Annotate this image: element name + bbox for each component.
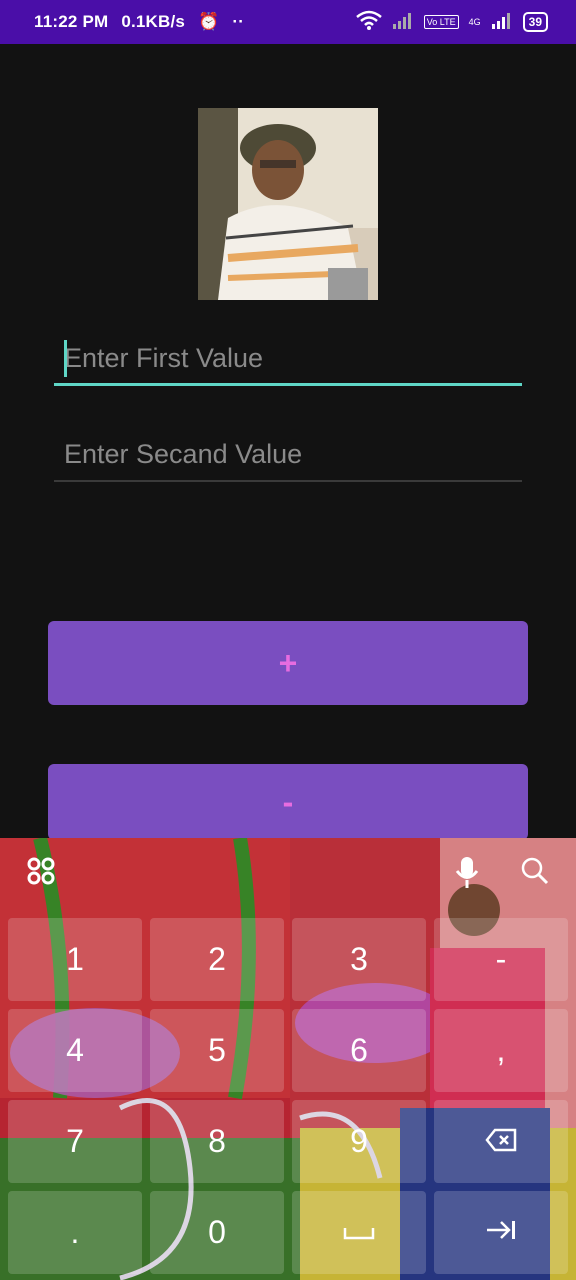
- more-icon: ··: [232, 12, 245, 31]
- subtract-button-label: -: [282, 783, 294, 820]
- alarm-icon: ⏰: [198, 12, 220, 31]
- wifi-icon: [355, 10, 382, 33]
- profile-photo: [198, 108, 378, 300]
- backspace-key[interactable]: [434, 1100, 568, 1183]
- mic-icon[interactable]: [454, 856, 480, 898]
- key-6[interactable]: 6: [292, 1009, 426, 1092]
- volte-icon: Vo LTE: [423, 14, 459, 29]
- key-5[interactable]: 5: [150, 1009, 284, 1092]
- add-button-label: +: [278, 644, 298, 681]
- key-4[interactable]: 4: [8, 1009, 142, 1092]
- keyboard-toolbar: [0, 838, 576, 910]
- keypad: 1 2 3 - 4 5 6 , 7 8 9 . 0: [8, 918, 568, 1274]
- key-comma[interactable]: ,: [434, 1009, 568, 1092]
- tab-next-icon: [485, 1216, 517, 1250]
- key-period[interactable]: .: [8, 1191, 142, 1274]
- text-cursor: [64, 340, 67, 377]
- second-value-underline: [54, 480, 522, 482]
- key-3[interactable]: 3: [292, 918, 426, 1001]
- signal-icon-2: [491, 11, 513, 32]
- apps-icon[interactable]: [26, 856, 56, 894]
- space-key[interactable]: [292, 1191, 426, 1274]
- first-value-input[interactable]: [54, 336, 522, 380]
- battery-icon: 39: [522, 11, 548, 32]
- key-8[interactable]: 8: [150, 1100, 284, 1183]
- second-value-field[interactable]: [54, 432, 522, 482]
- key-0[interactable]: 0: [150, 1191, 284, 1274]
- space-icon: [343, 1216, 375, 1250]
- status-time: 11:22 PM: [34, 12, 109, 31]
- first-value-underline: [54, 383, 522, 386]
- signal-icon: [392, 11, 414, 32]
- keyboard: 1 2 3 - 4 5 6 , 7 8 9 . 0: [0, 838, 576, 1280]
- next-key[interactable]: [434, 1191, 568, 1274]
- key-minus[interactable]: -: [434, 918, 568, 1001]
- network-type: 4G: [468, 16, 481, 27]
- key-9[interactable]: 9: [292, 1100, 426, 1183]
- second-value-input[interactable]: [54, 432, 522, 476]
- search-icon[interactable]: [520, 856, 550, 894]
- status-bar: 11:22 PM 0.1KB/s ⏰ ·· Vo LTE 4G 39: [0, 0, 576, 44]
- first-value-field[interactable]: [54, 336, 522, 386]
- key-7[interactable]: 7: [8, 1100, 142, 1183]
- status-speed: 0.1KB/s: [121, 12, 186, 31]
- backspace-icon: [485, 1123, 517, 1160]
- subtract-button[interactable]: -: [48, 764, 528, 840]
- add-button[interactable]: +: [48, 621, 528, 705]
- key-1[interactable]: 1: [8, 918, 142, 1001]
- key-2[interactable]: 2: [150, 918, 284, 1001]
